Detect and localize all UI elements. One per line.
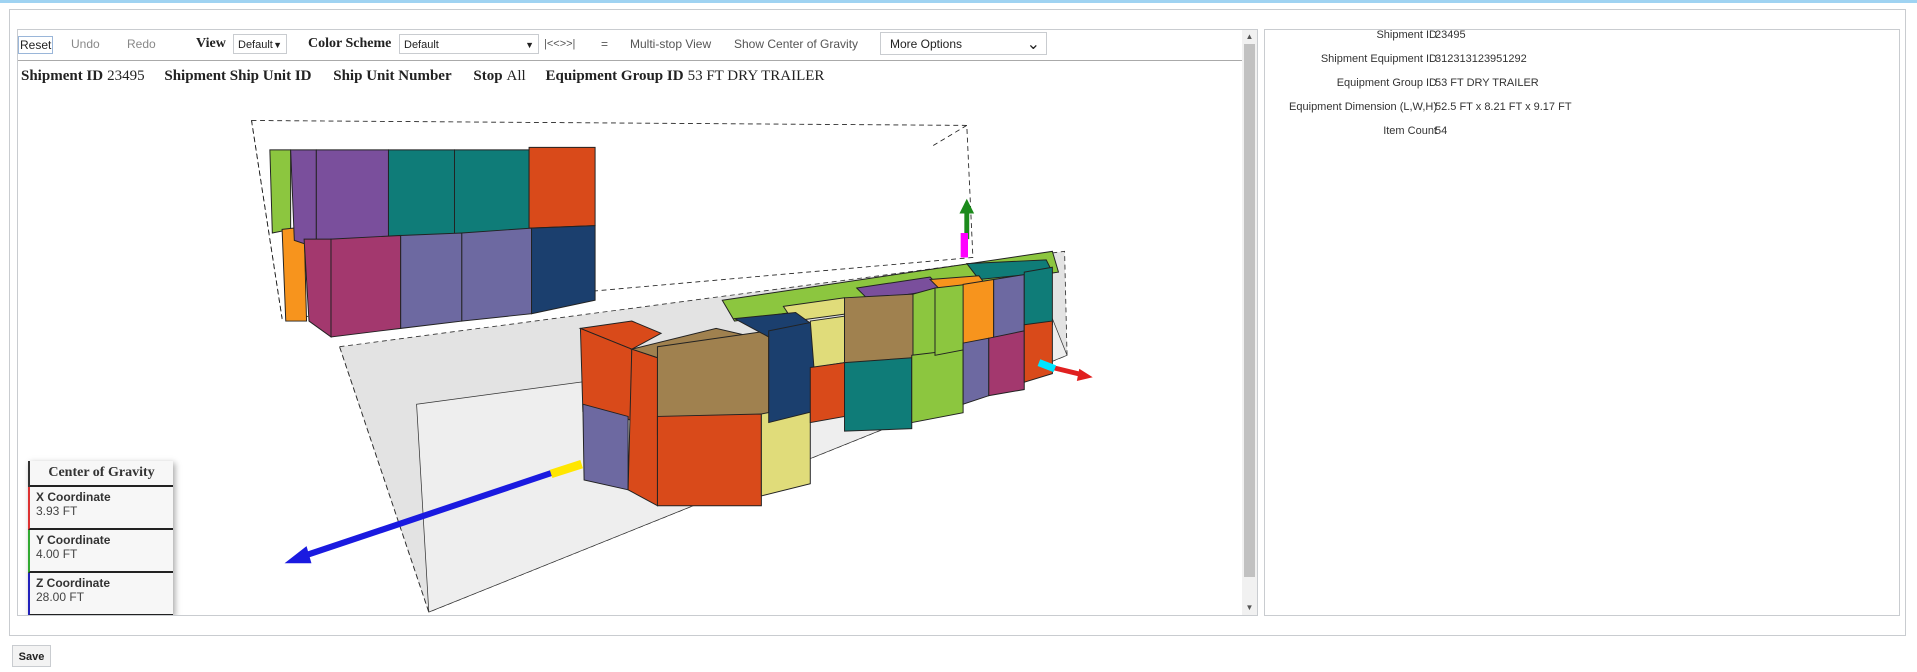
cog-y-row: Y Coordinate 4.00 FT xyxy=(28,530,173,573)
detail-value: 54 xyxy=(1435,125,1448,137)
detail-label: Item Count xyxy=(1383,125,1437,137)
save-button[interactable]: Save xyxy=(12,645,51,667)
scrollbar-thumb[interactable] xyxy=(1244,44,1255,577)
cog-x-row: X Coordinate 3.93 FT xyxy=(28,487,173,530)
vertical-scrollbar[interactable]: ▲ ▼ xyxy=(1242,30,1257,615)
cog-z-label: Z Coordinate xyxy=(36,576,110,590)
detail-label: Equipment Dimension (L,W,H) xyxy=(1289,101,1437,113)
cog-y-value: 4.00 FT xyxy=(36,547,78,561)
detail-label: Shipment Equipment ID xyxy=(1320,53,1437,65)
detail-value: 53 FT DRY TRAILER xyxy=(1435,77,1539,89)
detail-row: Equipment Dimension (L,W,H) 52.5 FT x 8.2… xyxy=(1265,99,1901,115)
detail-row: Shipment Equipment ID 312313123951292 xyxy=(1265,51,1901,67)
detail-label: Equipment Group ID xyxy=(1336,77,1437,89)
cog-y-label: Y Coordinate xyxy=(36,533,111,547)
detail-value: 52.5 FT x 8.21 FT x 9.17 FT xyxy=(1435,101,1572,113)
3d-load-viewer[interactable]: Reset Undo Redo View Default ▼ Color Sche… xyxy=(17,29,1258,616)
upper-cargo xyxy=(269,146,596,338)
shipment-details-panel: Shipment ID 23495 Shipment Equipment ID 31… xyxy=(1264,29,1900,616)
top-accent-line xyxy=(0,0,1917,3)
cog-x-label: X Coordinate xyxy=(36,490,111,504)
3d-scene-canvas[interactable] xyxy=(18,30,1258,616)
detail-row: Equipment Group ID 53 FT DRY TRAILER xyxy=(1265,75,1901,91)
detail-value: 23495 xyxy=(1435,29,1466,41)
detail-row: Shipment ID 23495 xyxy=(1265,27,1901,43)
detail-row: Item Count 54 xyxy=(1265,123,1901,139)
scroll-up-icon[interactable]: ▲ xyxy=(1242,30,1257,44)
y-axis-arrowhead-icon xyxy=(959,198,975,214)
scroll-down-icon[interactable]: ▼ xyxy=(1242,601,1257,615)
detail-value: 312313123951292 xyxy=(1435,53,1527,65)
center-of-gravity-panel: Center of Gravity X Coordinate 3.93 FT Y… xyxy=(28,461,173,615)
cog-x-value: 3.93 FT xyxy=(36,504,78,518)
cog-z-value: 28.00 FT xyxy=(36,590,85,604)
detail-label: Shipment ID xyxy=(1376,29,1437,41)
cog-title: Center of Gravity xyxy=(30,461,173,487)
z-axis-arrowhead-icon xyxy=(284,546,312,564)
lower-cargo xyxy=(578,250,1060,507)
cog-z-row: Z Coordinate 28.00 FT xyxy=(28,573,173,615)
x-axis-arrowhead-icon xyxy=(1076,368,1093,381)
